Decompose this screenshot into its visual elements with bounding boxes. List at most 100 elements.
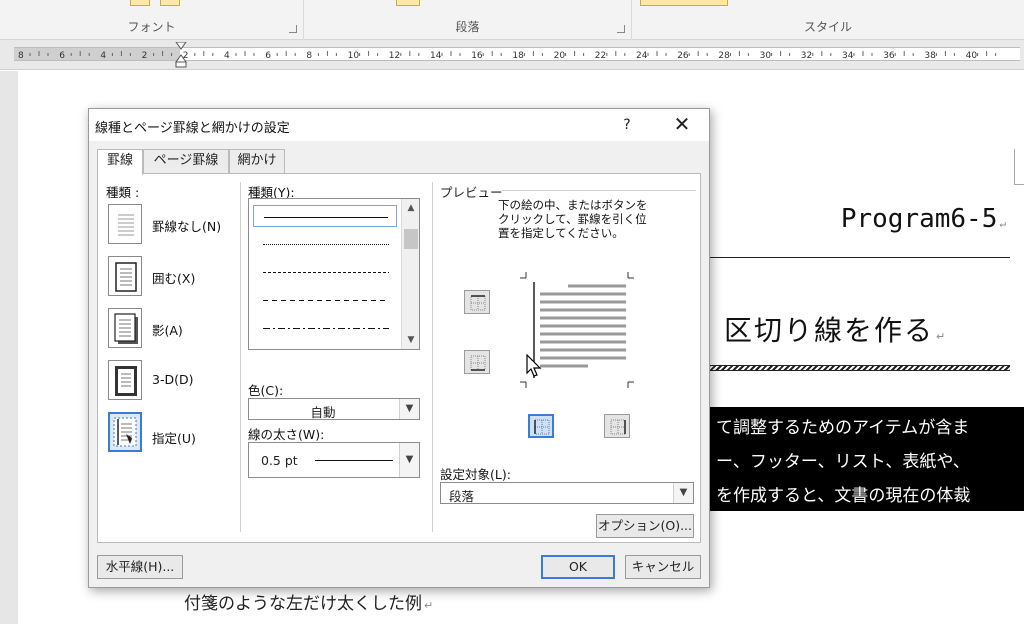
line-style-scrollbar[interactable]: ▲ ▼ xyxy=(401,199,419,349)
width-line-sample xyxy=(315,460,393,461)
dialog-title: 線種とページ罫線と網かけの設定 xyxy=(95,121,290,136)
ruler-number: 8 xyxy=(306,51,312,60)
shadow-border-icon xyxy=(114,313,138,344)
scroll-thumb[interactable] xyxy=(404,229,418,249)
shaded-paragraph[interactable]: て調整するためのアイテムが含ま ー、フッター、リスト、表紙や、 を作成すると、文… xyxy=(710,407,1024,511)
help-button[interactable]: ? xyxy=(617,115,637,135)
ruler-number: 6 xyxy=(59,51,65,60)
scroll-up-icon[interactable]: ▲ xyxy=(402,199,419,217)
dialog-titlebar[interactable]: 線種とページ罫線と網かけの設定 ? ✕ xyxy=(89,109,709,141)
ruler-number: 8 xyxy=(18,51,24,60)
color-select[interactable]: 自動 ▼ xyxy=(248,398,420,420)
ribbon-group-label: スタイル xyxy=(803,20,852,34)
ruler-number: 30 xyxy=(760,51,772,60)
doc-caption[interactable]: 付箋のような左だけ太くした例 ↵ xyxy=(184,589,433,614)
column-divider xyxy=(432,182,433,532)
indent-marker-icon[interactable] xyxy=(174,42,188,68)
setting-shadow-button[interactable] xyxy=(108,308,142,348)
chevron-down-icon[interactable]: ▼ xyxy=(399,399,419,419)
ribbon: フォント 段落 スタイル xyxy=(0,0,1024,40)
options-button[interactable]: オプション(O)... xyxy=(596,514,694,538)
ruler-number: 12 xyxy=(389,51,400,60)
width-value: 0.5 pt xyxy=(261,453,298,468)
line-style-solid[interactable] xyxy=(253,205,397,227)
ok-button[interactable]: OK xyxy=(541,555,615,579)
setting-shadow-label[interactable]: 影(A) xyxy=(152,320,183,339)
shaded-line: ー、フッター、リスト、表紙や、 xyxy=(716,452,970,472)
horizontal-ruler[interactable]: 8 6 4 2 2 4 6 8 10 12 14 16 18 20 22 24 26 28 30 32 34 36 38 40 xyxy=(14,42,1020,68)
line-sample xyxy=(263,300,389,301)
mouse-pointer-icon xyxy=(526,354,542,377)
ruler-number: 22 xyxy=(595,51,606,60)
apply-to-label: 設定対象(L): xyxy=(440,467,511,482)
ruler-number: 14 xyxy=(430,51,442,60)
line-sample xyxy=(264,217,388,218)
bottom-border-icon xyxy=(470,355,486,371)
setting-none-button[interactable] xyxy=(108,204,142,244)
bottom-border-button[interactable] xyxy=(464,350,490,374)
shaded-line: を作成すると、文書の現在の体裁 xyxy=(716,486,971,506)
chevron-down-icon[interactable]: ▼ xyxy=(399,443,419,477)
ruler-number: 20 xyxy=(554,51,566,60)
doc-heading[interactable]: 区切り線を作る ↵ xyxy=(724,309,947,349)
color-label: 色(C): xyxy=(248,383,284,398)
right-border-icon xyxy=(610,419,626,435)
line-sample xyxy=(263,272,389,273)
title-rule xyxy=(708,257,1010,258)
shaded-line: て調整するためのアイテムが含ま xyxy=(716,418,970,438)
tab-shading[interactable]: 網かけ xyxy=(229,149,285,173)
color-value: 自動 xyxy=(310,405,336,420)
ruler-bar: 8 6 4 2 2 4 6 8 10 12 14 16 18 20 22 24 26 28 30 32 34 36 38 40 xyxy=(0,40,1024,70)
instruction-line: 置を指定してください。 xyxy=(498,226,624,240)
setting-3d-button[interactable] xyxy=(108,360,142,400)
ruler-number: 38 xyxy=(924,51,936,60)
ruler-number: 36 xyxy=(883,51,895,60)
preview-instructions: 下の絵の中、またはボタンを クリックして、罫線を引く位 置を指定してください。 xyxy=(498,198,648,240)
ruler-number: 28 xyxy=(718,51,730,60)
column-divider xyxy=(240,182,241,532)
line-style-dashed[interactable] xyxy=(253,289,397,311)
width-label: 線の太さ(W): xyxy=(248,427,325,442)
line-style-list[interactable]: ▲ ▼ xyxy=(248,198,420,350)
line-style-dash-dot[interactable] xyxy=(253,317,397,339)
ribbon-group-font: フォント xyxy=(0,0,304,40)
setting-none-label[interactable]: 罫線なし(N) xyxy=(152,216,221,235)
setting-box-label[interactable]: 囲む(X) xyxy=(152,268,195,287)
tab-page-border[interactable]: ページ罫線 xyxy=(143,149,229,173)
top-border-icon xyxy=(470,295,486,311)
margin-corner-mark xyxy=(1014,149,1024,185)
tab-borders[interactable]: 罫線 xyxy=(97,149,143,175)
custom-border-icon xyxy=(113,417,137,447)
scroll-down-icon[interactable]: ▼ xyxy=(402,331,419,349)
top-border-button[interactable] xyxy=(464,290,490,314)
ruler-number: 16 xyxy=(471,51,483,60)
dialog-launcher-icon[interactable] xyxy=(289,25,297,33)
horizontal-line-button[interactable]: 水平線(H)... xyxy=(97,555,183,579)
ruler-number: 34 xyxy=(842,51,854,60)
ruler-number: 24 xyxy=(636,51,648,60)
ribbon-group-label: フォント xyxy=(127,20,176,34)
line-style-dotted[interactable] xyxy=(253,233,397,255)
borders-and-shading-dialog: 線種とページ罫線と網かけの設定 ? ✕ 罫線 ページ罫線 網かけ 種類 : 罫線… xyxy=(88,108,710,588)
setting-3d-label[interactable]: 3-D(D) xyxy=(152,372,193,387)
doc-title[interactable]: Program6-5 ↵ xyxy=(841,204,1006,234)
cancel-button[interactable]: キャンセル xyxy=(625,555,701,579)
no-border-icon xyxy=(118,214,134,236)
ruler-number: 10 xyxy=(348,51,360,60)
setting-custom-label[interactable]: 指定(U) xyxy=(152,428,196,447)
setting-custom-button[interactable] xyxy=(108,412,142,452)
line-style-dashed-fine[interactable] xyxy=(253,261,397,283)
dialog-launcher-icon[interactable] xyxy=(617,25,625,33)
width-select[interactable]: 0.5 pt ▼ xyxy=(248,442,420,478)
return-mark-icon: ↵ xyxy=(999,217,1006,230)
apply-to-select[interactable]: 段落 ▼ xyxy=(440,482,694,504)
ruler-number: 2 xyxy=(142,51,148,60)
close-button[interactable]: ✕ xyxy=(667,113,697,137)
preview-group-rule xyxy=(502,190,696,191)
chevron-down-icon[interactable]: ▼ xyxy=(673,483,693,503)
left-border-button[interactable] xyxy=(528,414,554,438)
hatched-divider xyxy=(708,365,1010,371)
right-border-button[interactable] xyxy=(604,414,630,438)
setting-box-button[interactable] xyxy=(108,256,142,296)
ruler-number: 6 xyxy=(265,51,271,60)
